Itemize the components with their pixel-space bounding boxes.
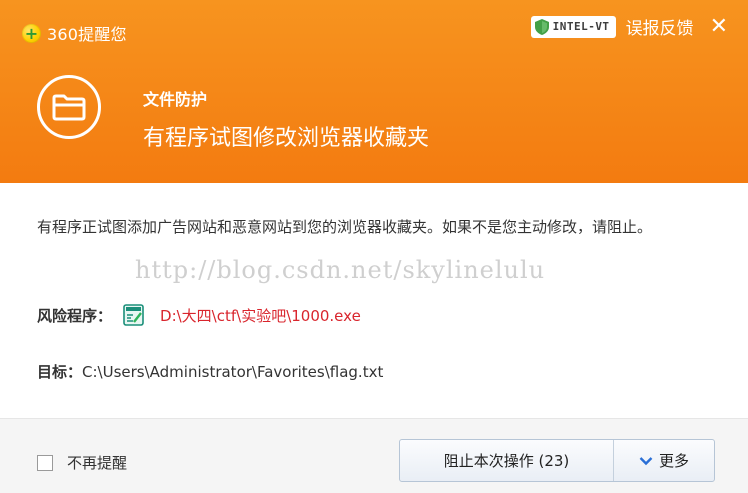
alert-message: 有程序正试图添加广告网站和恶意网站到您的浏览器收藏夹。如果不是您主动修改，请阻止…	[37, 218, 653, 236]
action-button-group: 阻止本次操作 (23) 更多	[399, 439, 715, 482]
program-file-icon	[122, 303, 146, 327]
dont-remind-option[interactable]: 不再提醒	[37, 452, 127, 473]
360-logo-icon: +	[22, 23, 41, 43]
false-positive-feedback-link[interactable]: 误报反馈	[626, 14, 694, 39]
risk-program-row: 风险程序： D:\大四\ctf\实验吧\1000.exe	[37, 303, 361, 327]
alert-category: 文件防护	[143, 90, 208, 109]
security-alert-dialog: + 360提醒您 INTEL-VT 误报反馈 ✕ 文件防护 有程序试图修改浏览器…	[0, 0, 748, 493]
badge-text: INTEL-VT	[552, 20, 610, 33]
risk-program-path: D:\大四\ctf\实验吧\1000.exe	[160, 306, 361, 325]
dont-remind-label[interactable]: 不再提醒	[67, 452, 127, 473]
risk-program-label: 风险程序：	[37, 306, 113, 325]
target-path: C:\Users\Administrator\Favorites\flag.tx…	[82, 362, 384, 381]
watermark-text: http://blog.csdn.net/skylinelulu	[135, 256, 546, 284]
close-icon[interactable]: ✕	[710, 15, 728, 38]
alert-footer: 不再提醒 阻止本次操作 (23) 更多	[0, 418, 748, 493]
intel-vt-badge: INTEL-VT	[530, 15, 616, 38]
target-label: 目标：	[37, 363, 83, 381]
dont-remind-checkbox[interactable]	[37, 454, 53, 471]
block-operation-button[interactable]: 阻止本次操作 (23)	[400, 440, 613, 481]
alert-title: 有程序试图修改浏览器收藏夹	[143, 126, 430, 151]
shield-icon	[531, 16, 553, 38]
chevron-down-icon	[639, 456, 653, 466]
folder-icon	[37, 75, 101, 139]
app-name: 360提醒您	[47, 25, 127, 44]
alert-body: 有程序正试图添加广告网站和恶意网站到您的浏览器收藏夹。如果不是您主动修改，请阻止…	[0, 183, 748, 418]
more-options-label[interactable]: 更多	[659, 450, 689, 471]
header-actions: INTEL-VT 误报反馈 ✕	[530, 14, 728, 39]
more-options-button[interactable]: 更多	[614, 440, 714, 481]
brand: + 360提醒您	[22, 21, 127, 45]
target-row: 目标： C:\Users\Administrator\Favorites\fla…	[37, 361, 383, 382]
alert-header: + 360提醒您 INTEL-VT 误报反馈 ✕ 文件防护 有程序试图修改浏览器…	[0, 0, 748, 183]
